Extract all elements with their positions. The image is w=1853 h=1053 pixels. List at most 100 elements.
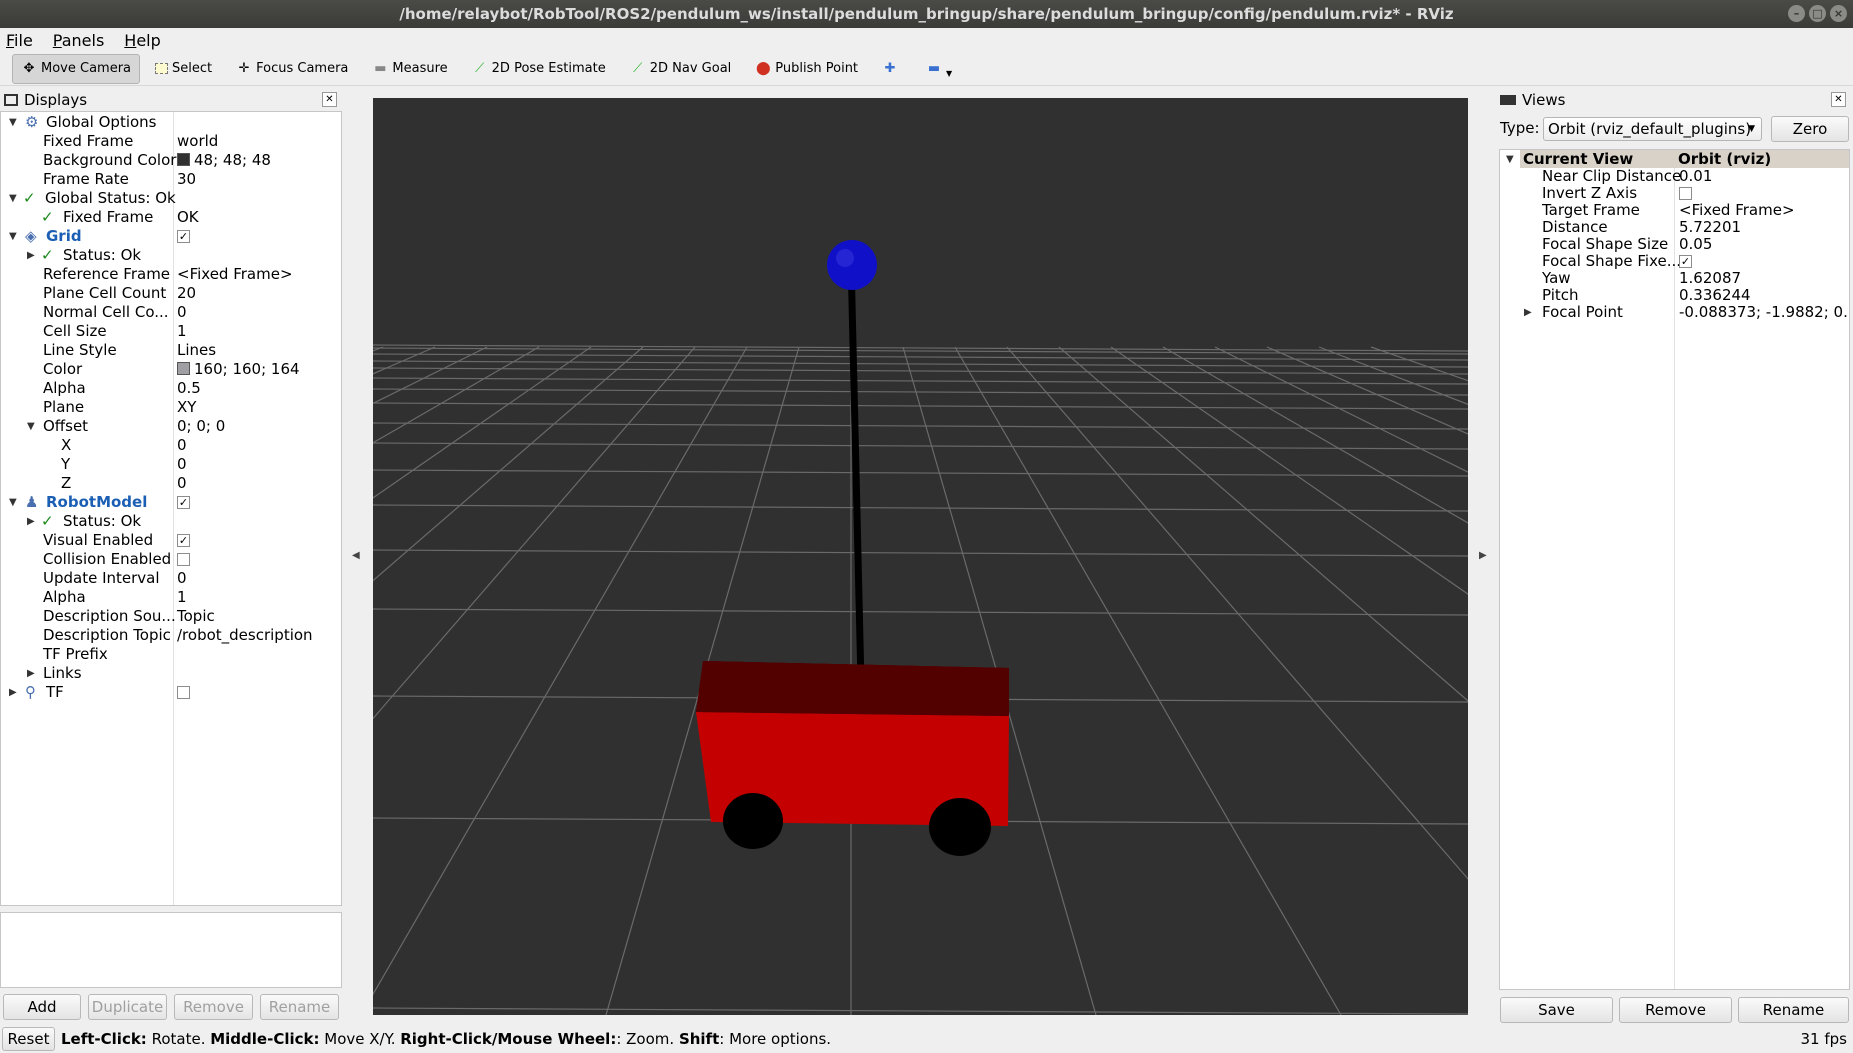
display-row[interactable]: TF Prefix — [1, 645, 341, 664]
display-row[interactable]: ▼ ◈ Grid ✓ — [1, 227, 341, 246]
view-property-row[interactable]: Invert Z Axis — [1500, 185, 1849, 202]
measure-tool[interactable]: ▬ Measure — [363, 54, 456, 84]
display-row[interactable]: Normal Cell Co... 0 — [1, 303, 341, 322]
display-row-label: TF Prefix — [43, 645, 108, 663]
view-property-row[interactable]: Distance 5.72201 — [1500, 219, 1849, 236]
duplicate-display-button[interactable]: Duplicate — [88, 994, 167, 1020]
select-tool[interactable]: Select — [146, 54, 221, 84]
focus-camera-tool[interactable]: ✛ Focus Camera — [227, 54, 357, 84]
expand-open-icon[interactable]: ▼ — [9, 227, 17, 246]
collapse-left-icon[interactable]: ◀ — [352, 550, 360, 561]
expand-open-icon[interactable]: ▼ — [27, 417, 35, 436]
remove-display-button[interactable]: Remove — [174, 994, 253, 1020]
display-row[interactable]: Collision Enabled — [1, 550, 341, 569]
close-icon[interactable]: × — [1830, 5, 1847, 22]
reset-button[interactable]: Reset — [2, 1027, 55, 1051]
2d-nav-goal-tool[interactable]: ⟋ 2D Nav Goal — [621, 54, 741, 84]
add-display-button[interactable]: Add — [3, 994, 81, 1020]
display-row[interactable]: ▶ ✓ Status: Ok — [1, 512, 341, 531]
display-row[interactable]: ✓ Fixed Frame OK — [1, 208, 341, 227]
expand-open-icon[interactable]: ▼ — [9, 493, 17, 512]
expand-closed-icon[interactable]: ▶ — [27, 246, 35, 265]
display-row[interactable]: Plane XY — [1, 398, 341, 417]
close-panel-icon[interactable]: ✕ — [1831, 92, 1846, 107]
display-row[interactable]: Line Style Lines — [1, 341, 341, 360]
display-row[interactable]: ▼ Offset 0; 0; 0 — [1, 417, 341, 436]
color-swatch[interactable] — [177, 362, 190, 375]
display-row[interactable]: ▼ ♟ RobotModel ✓ — [1, 493, 341, 512]
display-row-value: 48; 48; 48 — [177, 151, 271, 170]
publish-point-tool[interactable]: ⬤ Publish Point — [746, 54, 867, 84]
expand-open-icon[interactable]: ▼ — [9, 113, 17, 132]
checkbox[interactable]: ✓ — [177, 534, 190, 547]
display-row[interactable]: ▼ ⚙ Global Options — [1, 113, 341, 132]
display-row[interactable]: Description Sou... Topic — [1, 607, 341, 626]
3d-viewport[interactable] — [373, 98, 1468, 1015]
display-row[interactable]: Alpha 1 — [1, 588, 341, 607]
display-row[interactable]: X0 — [1, 436, 341, 455]
menu-help[interactable]: Help — [124, 31, 160, 50]
expand-closed-icon[interactable]: ▶ — [1524, 304, 1532, 321]
display-row[interactable]: Color 160; 160; 164 — [1, 360, 341, 379]
view-property-row[interactable]: Near Clip Distance 0.01 — [1500, 168, 1849, 185]
expand-closed-icon[interactable]: ▶ — [27, 664, 35, 683]
collapse-right-icon[interactable]: ▶ — [1479, 550, 1487, 561]
remove-tool-button[interactable]: ▬ ▼ — [917, 54, 961, 84]
view-type-select[interactable]: Orbit (rviz_default_plugins) ▼ — [1543, 117, 1762, 141]
close-panel-icon[interactable]: ✕ — [322, 92, 337, 107]
display-row-label: Frame Rate — [43, 170, 129, 188]
display-row[interactable]: Cell Size 1 — [1, 322, 341, 341]
rename-view-button[interactable]: Rename — [1738, 997, 1849, 1023]
expand-open-icon[interactable]: ▼ — [1506, 150, 1514, 169]
checkbox[interactable]: ✓ — [1679, 255, 1692, 268]
menu-file[interactable]: File — [6, 31, 33, 50]
display-row[interactable]: Y0 — [1, 455, 341, 474]
checkbox[interactable] — [177, 553, 190, 566]
add-tool-button[interactable]: ✚ — [873, 54, 911, 84]
display-row[interactable]: Frame Rate 30 — [1, 170, 341, 189]
display-row[interactable]: ▶ ✓ Status: Ok — [1, 246, 341, 265]
display-row[interactable]: ▼ ✓ Global Status: Ok — [1, 189, 341, 208]
view-property-row[interactable]: Target Frame <Fixed Frame> — [1500, 202, 1849, 219]
expand-open-icon[interactable]: ▼ — [9, 189, 17, 208]
grid-line — [373, 469, 1468, 477]
display-row[interactable]: Reference Frame <Fixed Frame> — [1, 265, 341, 284]
checkbox[interactable]: ✓ — [177, 496, 190, 509]
maximize-icon[interactable]: □ — [1809, 5, 1826, 22]
color-swatch[interactable] — [177, 153, 190, 166]
checkbox[interactable] — [1679, 187, 1692, 200]
display-row-value: 160; 160; 164 — [177, 360, 300, 379]
display-row-label: Normal Cell Co... — [43, 303, 169, 321]
view-property-row[interactable]: Yaw 1.62087 — [1500, 270, 1849, 287]
grid-line — [373, 346, 488, 405]
view-property-row[interactable]: Focal Shape Size 0.05 — [1500, 236, 1849, 253]
display-row[interactable]: Description Topic/robot_description — [1, 626, 341, 645]
display-row[interactable]: Background Color 48; 48; 48 — [1, 151, 341, 170]
minimize-icon[interactable]: – — [1788, 5, 1805, 22]
display-row[interactable]: Z0 — [1, 474, 341, 493]
checkbox[interactable] — [177, 686, 190, 699]
display-row-value: ✓ — [177, 531, 190, 550]
menu-panels[interactable]: Panels — [53, 31, 105, 50]
expand-closed-icon[interactable]: ▶ — [27, 512, 35, 531]
2d-pose-estimate-tool[interactable]: ⟋ 2D Pose Estimate — [463, 54, 615, 84]
view-property-row[interactable]: Focal Shape Fixe... ✓ — [1500, 253, 1849, 270]
checkbox[interactable]: ✓ — [177, 230, 190, 243]
display-row[interactable]: Alpha 0.5 — [1, 379, 341, 398]
display-row[interactable]: ▶ ⚲ TF — [1, 683, 341, 702]
rename-display-button[interactable]: Rename — [260, 994, 339, 1020]
grid-line — [373, 346, 384, 352]
display-row[interactable]: ▶ Links — [1, 664, 341, 683]
expand-closed-icon[interactable]: ▶ — [9, 683, 17, 702]
display-row[interactable]: Visual Enabled ✓ — [1, 531, 341, 550]
display-row[interactable]: Plane Cell Count 20 — [1, 284, 341, 303]
zero-button[interactable]: Zero — [1771, 116, 1849, 142]
display-row[interactable]: Update Interval 0 — [1, 569, 341, 588]
remove-view-button[interactable]: Remove — [1619, 997, 1732, 1023]
move-camera-tool[interactable]: ✥ Move Camera — [12, 53, 141, 84]
view-property-row[interactable]: ▶Focal Point-0.088373; -1.9882; 0.1... — [1500, 304, 1849, 321]
save-view-button[interactable]: Save — [1500, 997, 1613, 1023]
robot-icon: ♟ — [25, 493, 39, 511]
display-row[interactable]: Fixed Frame world — [1, 132, 341, 151]
view-property-row[interactable]: Pitch 0.336244 — [1500, 287, 1849, 304]
